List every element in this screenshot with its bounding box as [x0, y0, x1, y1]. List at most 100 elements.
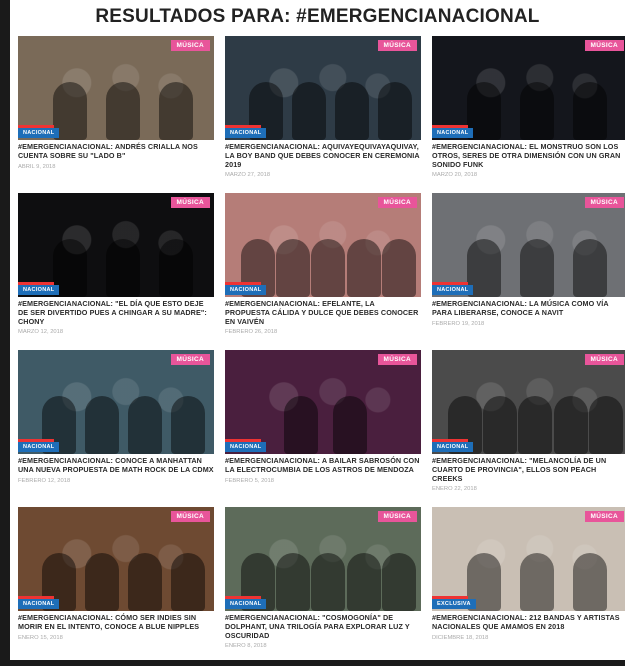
- article-date: ENERO 8, 2018: [225, 643, 267, 650]
- person-figure: [381, 553, 416, 611]
- article-card[interactable]: MÚSICA NACIONAL #EMERGENCIANACIONAL: EFELA…: [225, 193, 421, 350]
- article-date: FEBRERO 5, 2018: [225, 477, 274, 484]
- article-title-link[interactable]: #EMERGENCIANACIONAL: CONOCE A MANHATTAN …: [18, 456, 214, 475]
- article-date: MARZO 12, 2018: [18, 329, 64, 336]
- article-title-link[interactable]: #EMERGENCIANACIONAL: EFELANTE, LA PROPUE…: [225, 299, 421, 326]
- article-title-link[interactable]: #EMERGENCIANACIONAL: A BAILAR SABROSÓN C…: [225, 456, 421, 475]
- left-border: [0, 0, 10, 666]
- section-badge[interactable]: NACIONAL: [225, 282, 267, 295]
- article-card[interactable]: MÚSICA NACIONAL #EMERGENCIANACIONAL: EL MO…: [432, 36, 625, 193]
- genre-badge[interactable]: MÚSICA: [377, 197, 417, 208]
- genre-badge[interactable]: MÚSICA: [170, 354, 210, 365]
- article-date: DICIEMBRE 18, 2018: [432, 634, 489, 641]
- person-figure: [84, 396, 119, 454]
- genre-badge[interactable]: MÚSICA: [170, 197, 210, 208]
- section-badge[interactable]: NACIONAL: [18, 282, 60, 295]
- section-badge[interactable]: NACIONAL: [432, 125, 474, 138]
- article-title-link[interactable]: #EMERGENCIANACIONAL: AQUIVAYEQUIVAYAQUIV…: [225, 142, 421, 169]
- article-date: ENERO 15, 2018: [18, 634, 63, 641]
- article-date: FEBRERO 19, 2018: [432, 320, 485, 327]
- genre-badge[interactable]: MÚSICA: [584, 511, 624, 522]
- section-badge[interactable]: NACIONAL: [225, 125, 267, 138]
- section-badge[interactable]: NACIONAL: [18, 596, 60, 609]
- person-figure: [573, 553, 608, 611]
- person-figure: [520, 239, 555, 297]
- person-figure: [346, 239, 381, 297]
- genre-badge[interactable]: MÚSICA: [170, 511, 210, 522]
- person-figure: [346, 553, 381, 611]
- person-figure: [518, 396, 553, 454]
- section-badge[interactable]: NACIONAL: [18, 125, 60, 138]
- article-card[interactable]: MÚSICA NACIONAL #EMERGENCIANACIONAL: A BAI…: [225, 350, 421, 507]
- article-thumbnail[interactable]: MÚSICA NACIONAL: [18, 36, 214, 140]
- article-thumbnail[interactable]: MÚSICA NACIONAL: [18, 507, 214, 611]
- article-card[interactable]: MÚSICA EXCLUSIVA #EMERGENCIANACIONAL: 212 …: [432, 507, 625, 664]
- article-title-link[interactable]: #EMERGENCIANACIONAL: CÓMO SER INDIES SIN…: [18, 613, 214, 632]
- article-date: ABRIL 9, 2018: [18, 163, 56, 170]
- article-date: MARZO 27, 2018: [225, 172, 271, 179]
- article-title-link[interactable]: #EMERGENCIANACIONAL: "MELANCOLÍA DE UN C…: [432, 456, 625, 483]
- person-figure: [291, 82, 326, 140]
- article-card[interactable]: MÚSICA NACIONAL #EMERGENCIANACIONAL: "COSM…: [225, 507, 421, 664]
- article-thumbnail[interactable]: MÚSICA NACIONAL: [18, 193, 214, 297]
- person-figure: [127, 396, 162, 454]
- section-badge[interactable]: NACIONAL: [432, 282, 474, 295]
- person-figure: [588, 396, 623, 454]
- article-thumbnail[interactable]: MÚSICA EXCLUSIVA: [432, 507, 625, 611]
- section-badge[interactable]: NACIONAL: [18, 439, 60, 452]
- article-thumbnail[interactable]: MÚSICA NACIONAL: [432, 350, 625, 454]
- article-thumbnail[interactable]: MÚSICA NACIONAL: [225, 193, 421, 297]
- person-figure: [377, 82, 412, 140]
- person-figure: [283, 396, 318, 454]
- article-date: MARZO 20, 2018: [432, 172, 478, 179]
- person-figure: [275, 553, 310, 611]
- person-figure: [381, 239, 416, 297]
- article-thumbnail[interactable]: MÚSICA NACIONAL: [225, 507, 421, 611]
- person-figure: [482, 396, 517, 454]
- article-thumbnail[interactable]: MÚSICA NACIONAL: [432, 193, 625, 297]
- article-title-link[interactable]: #EMERGENCIANACIONAL: "EL DÍA QUE ESTO DE…: [18, 299, 214, 326]
- section-badge[interactable]: NACIONAL: [225, 596, 267, 609]
- article-title-link[interactable]: #EMERGENCIANACIONAL: "COSMOGONÍA" DE DOL…: [225, 613, 421, 640]
- article-card[interactable]: MÚSICA NACIONAL #EMERGENCIANACIONAL: CÓMO …: [18, 507, 214, 664]
- article-card[interactable]: MÚSICA NACIONAL #EMERGENCIANACIONAL: LA MÚ…: [432, 193, 625, 350]
- genre-badge[interactable]: MÚSICA: [377, 354, 417, 365]
- person-figure: [106, 82, 141, 140]
- person-figure: [106, 239, 141, 297]
- person-figure: [520, 553, 555, 611]
- section-badge[interactable]: NACIONAL: [432, 439, 474, 452]
- person-figure: [170, 553, 205, 611]
- genre-badge[interactable]: MÚSICA: [584, 40, 624, 51]
- person-figure: [334, 82, 369, 140]
- article-date: ENERO 22, 2018: [432, 486, 477, 493]
- person-figure: [520, 82, 555, 140]
- article-thumbnail[interactable]: MÚSICA NACIONAL: [225, 36, 421, 140]
- person-figure: [311, 239, 346, 297]
- person-figure: [275, 239, 310, 297]
- article-title-link[interactable]: #EMERGENCIANACIONAL: 212 BANDAS Y ARTIST…: [432, 613, 625, 632]
- article-thumbnail[interactable]: MÚSICA NACIONAL: [225, 350, 421, 454]
- article-thumbnail[interactable]: MÚSICA NACIONAL: [432, 36, 625, 140]
- article-title-link[interactable]: #EMERGENCIANACIONAL: EL MONSTRUO SON LOS…: [432, 142, 625, 169]
- page-title: RESULTADOS PARA: #EMERGENCIANACIONAL: [95, 6, 540, 27]
- person-figure: [127, 553, 162, 611]
- genre-badge[interactable]: MÚSICA: [377, 511, 417, 522]
- genre-badge[interactable]: MÚSICA: [170, 40, 210, 51]
- article-thumbnail[interactable]: MÚSICA NACIONAL: [18, 350, 214, 454]
- section-badge[interactable]: NACIONAL: [225, 439, 267, 452]
- article-card[interactable]: MÚSICA NACIONAL #EMERGENCIANACIONAL: AQUIV…: [225, 36, 421, 193]
- genre-badge[interactable]: MÚSICA: [584, 354, 624, 365]
- person-figure: [159, 239, 194, 297]
- article-title-link[interactable]: #EMERGENCIANACIONAL: ANDRÉS CRIALLA NOS …: [18, 142, 214, 161]
- article-card[interactable]: MÚSICA NACIONAL #EMERGENCIANACIONAL: "MELA…: [432, 350, 625, 507]
- person-figure: [553, 396, 588, 454]
- genre-badge[interactable]: MÚSICA: [584, 197, 624, 208]
- article-card[interactable]: MÚSICA NACIONAL #EMERGENCIANACIONAL: ANDRÉ…: [18, 36, 214, 193]
- article-date: FEBRERO 12, 2018: [18, 477, 71, 484]
- person-figure: [170, 396, 205, 454]
- article-title-link[interactable]: #EMERGENCIANACIONAL: LA MÚSICA COMO VÍA …: [432, 299, 625, 318]
- genre-badge[interactable]: MÚSICA: [377, 40, 417, 51]
- article-card[interactable]: MÚSICA NACIONAL #EMERGENCIANACIONAL: CONOC…: [18, 350, 214, 507]
- section-badge[interactable]: EXCLUSIVA: [432, 596, 476, 609]
- article-card[interactable]: MÚSICA NACIONAL #EMERGENCIANACIONAL: "EL D…: [18, 193, 214, 350]
